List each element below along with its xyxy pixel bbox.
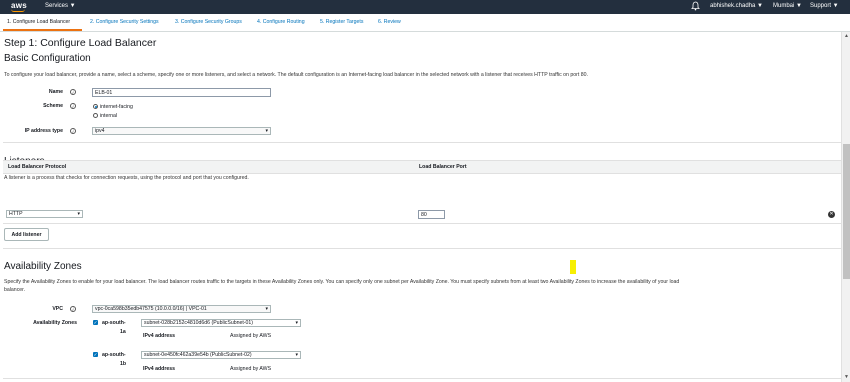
cursor-highlight <box>570 260 576 274</box>
main-content: Step 1: Configure Load Balancer Basic Co… <box>0 32 841 382</box>
chevron-down-icon: ▾ <box>265 128 268 134</box>
bottom-divider <box>3 378 841 379</box>
region-menu[interactable]: Mumbai ▼ <box>773 3 802 9</box>
ip-address-type-label: IP address type <box>24 128 63 134</box>
listener-protocol-select[interactable]: HTTP ▾ <box>6 210 83 218</box>
vpc-select[interactable]: vpc-0ca598b35edb47575 (10.0.0.0/16) | VP… <box>92 305 271 313</box>
zone-1b-suffix: 1b <box>120 361 127 367</box>
col-port-header: Load Balancer Port <box>419 164 467 170</box>
tab-configure-security-groups[interactable]: 3. Configure Security Groups <box>175 19 242 25</box>
aws-logo[interactable]: aws <box>11 1 27 12</box>
zone-1a-checkbox[interactable]: ✓ <box>93 320 98 325</box>
availability-zones-heading: Availability Zones <box>4 261 82 272</box>
zone-1a-subnet-select[interactable]: subnet-028b2152c4810d6d6 (PublicSubnet-0… <box>141 319 301 327</box>
zone-1a-ipv4-label: IPv4 address <box>143 333 176 339</box>
vpc-label: VPC <box>52 306 63 312</box>
page-scrollbar[interactable]: ▲ ▼ <box>841 32 850 382</box>
basic-configuration-description: To configure your load balancer, provide… <box>4 72 588 78</box>
wizard-tabs: 1. Configure Load Balancer 2. Configure … <box>0 14 850 32</box>
scheme-internal-radio[interactable] <box>93 113 98 118</box>
scheme-label: Scheme <box>43 103 63 109</box>
chevron-down-icon: ▾ <box>295 352 298 358</box>
page-title: Step 1: Configure Load Balancer <box>4 37 157 49</box>
basic-configuration-heading: Basic Configuration <box>4 53 91 64</box>
availability-zones-description-line1: Specify the Availability Zones to enable… <box>4 279 680 285</box>
scheme-internal-label: internal <box>100 113 118 119</box>
ip-address-type-info-icon[interactable]: i <box>70 128 76 134</box>
col-protocol-header: Load Balancer Protocol <box>8 164 67 170</box>
active-tab-indicator <box>3 29 82 31</box>
zone-1a-name: ap-south- <box>102 320 126 326</box>
zone-1b-ipv4-value: Assigned by AWS <box>230 366 272 372</box>
listeners-description: A listener is a process that checks for … <box>4 175 249 181</box>
chevron-down-icon: ▾ <box>265 306 268 312</box>
support-menu[interactable]: Support ▼ <box>810 3 839 9</box>
section-divider <box>3 142 841 143</box>
vpc-info-icon[interactable]: i <box>70 306 76 312</box>
tab-review[interactable]: 6. Review <box>378 19 401 25</box>
remove-listener-icon[interactable]: ✕ <box>828 211 835 218</box>
zone-1b-checkbox[interactable]: ✓ <box>93 352 98 357</box>
scheme-info-icon[interactable]: i <box>70 103 76 109</box>
section-divider <box>3 248 841 249</box>
listeners-table-header: Load Balancer Protocol Load Balancer Por… <box>3 160 841 174</box>
listener-row-divider <box>3 223 841 224</box>
tab-register-targets[interactable]: 5. Register Targets <box>320 19 363 25</box>
tab-configure-load-balancer[interactable]: 1. Configure Load Balancer <box>7 19 70 25</box>
zone-1a-suffix: 1a <box>120 329 126 335</box>
scrollbar-thumb[interactable] <box>843 144 850 279</box>
bell-icon[interactable] <box>691 1 700 13</box>
scheme-internet-facing-radio[interactable] <box>93 104 98 109</box>
name-info-icon[interactable]: i <box>70 89 76 95</box>
user-menu[interactable]: abhishek.chadha ▼ <box>710 3 763 9</box>
tab-configure-routing[interactable]: 4. Configure Routing <box>257 19 305 25</box>
scroll-down-icon[interactable]: ▼ <box>844 374 849 380</box>
scheme-internet-facing-label: internet-facing <box>100 104 133 110</box>
tab-configure-security-settings[interactable]: 2. Configure Security Settings <box>90 19 159 25</box>
name-input[interactable]: ELB-01 <box>92 88 271 97</box>
zone-1b-subnet-select[interactable]: subnet-0e450fc462a39e54b (PublicSubnet-0… <box>141 351 301 359</box>
availability-zones-label: Availability Zones <box>33 320 77 326</box>
scroll-up-icon[interactable]: ▲ <box>844 33 849 39</box>
name-label: Name <box>48 89 63 95</box>
chevron-down-icon: ▾ <box>295 320 298 326</box>
zone-1a-ipv4-value: Assigned by AWS <box>230 333 272 339</box>
listener-port-input[interactable]: 80 <box>418 210 445 219</box>
services-menu[interactable]: Services ▼ <box>45 3 76 9</box>
availability-zones-description-line2: balancer. <box>4 287 26 293</box>
chevron-down-icon: ▾ <box>77 211 80 217</box>
zone-1b-name: ap-south- <box>102 352 126 358</box>
add-listener-button[interactable]: Add listener <box>4 228 49 241</box>
zone-1b-ipv4-label: IPv4 address <box>143 366 176 372</box>
ip-address-type-select[interactable]: ipv4 ▾ <box>92 127 271 135</box>
top-nav-bar: aws Services ▼ abhishek.chadha ▼ Mumbai … <box>0 0 850 14</box>
